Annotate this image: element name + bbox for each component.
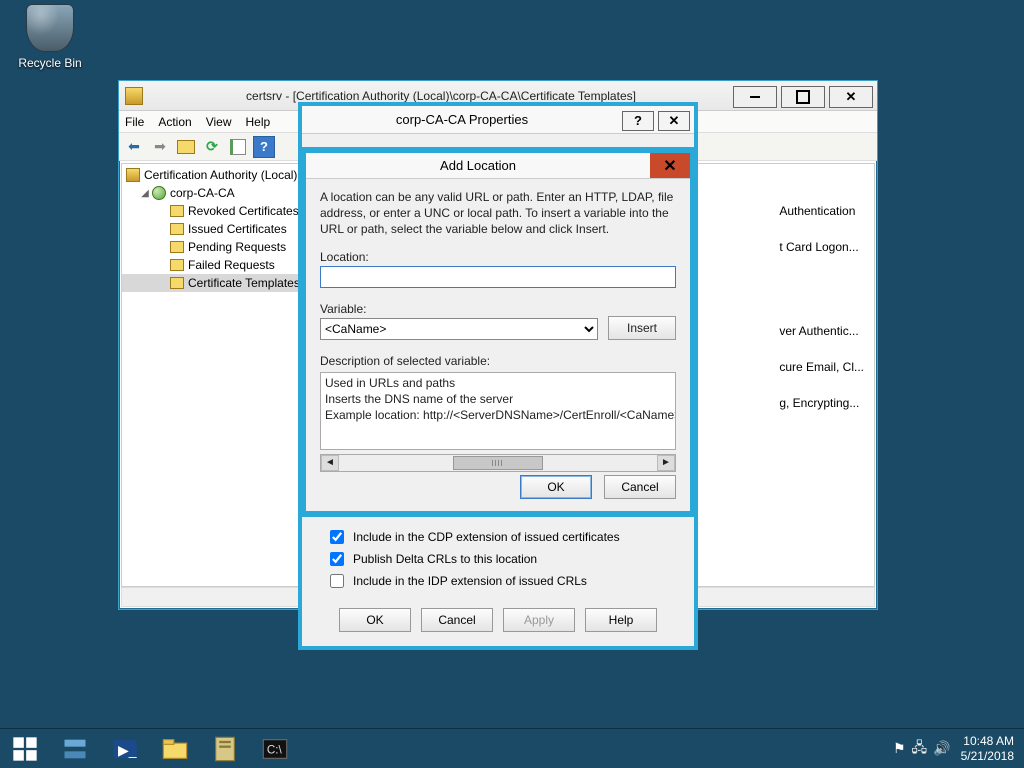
server-manager-icon — [61, 735, 89, 763]
add-location-title: Add Location — [306, 158, 650, 173]
scroll-track[interactable] — [339, 455, 657, 471]
recycle-bin[interactable]: Recycle Bin — [12, 4, 88, 70]
location-label: Location: — [320, 250, 676, 264]
properties-cancel-button[interactable]: Cancel — [421, 608, 493, 632]
back-button[interactable]: ⬅ — [123, 136, 145, 158]
network-icon[interactable]: 🖧 — [912, 737, 928, 761]
menu-view[interactable]: View — [206, 115, 232, 129]
folder-icon — [170, 223, 184, 235]
certsrv-app-icon — [125, 87, 143, 105]
description-label: Description of selected variable: — [320, 354, 676, 368]
tray-icons[interactable]: ⚑ 🖧 🔊 — [893, 737, 951, 761]
check-idp-box[interactable] — [330, 574, 344, 588]
task-cmd[interactable]: C:\ — [250, 729, 300, 768]
list-item[interactable]: cure Email, Cl... — [779, 360, 864, 376]
add-location-titlebar[interactable]: Add Location — [306, 153, 690, 179]
scroll-thumb[interactable] — [453, 456, 543, 470]
certsrv-icon — [211, 735, 239, 763]
add-location-intro: A location can be any valid URL or path.… — [320, 189, 676, 238]
tree-ca-node[interactable]: ◢ corp-CA-CA — [122, 184, 308, 202]
variable-label: Variable: — [320, 302, 598, 316]
menu-action[interactable]: Action — [158, 115, 191, 129]
menu-file[interactable]: File — [125, 115, 144, 129]
properties-titlebar[interactable]: corp-CA-CA Properties — [302, 106, 694, 134]
list-item[interactable]: g, Encrypting... — [779, 396, 864, 412]
add-location-dialog: Add Location A location can be any valid… — [300, 147, 696, 517]
folder-icon — [170, 241, 184, 253]
list-item[interactable]: Authentication — [779, 204, 864, 220]
menu-help[interactable]: Help — [246, 115, 271, 129]
cmd-icon: C:\ — [261, 735, 289, 763]
maximize-button[interactable] — [781, 86, 825, 108]
volume-icon[interactable]: 🔊 — [933, 740, 950, 757]
collapse-icon[interactable]: ◢ — [140, 188, 150, 199]
recycle-bin-label: Recycle Bin — [12, 56, 88, 70]
description-scrollbar[interactable]: ◄ ► — [320, 454, 676, 472]
tree-failed[interactable]: Failed Requests — [122, 256, 308, 274]
tree-revoked[interactable]: Revoked Certificates — [122, 202, 308, 220]
svg-text:▶_: ▶_ — [118, 741, 137, 757]
taskbar-clock[interactable]: 10:48 AM 5/21/2018 — [961, 734, 1014, 763]
check-cdp[interactable]: Include in the CDP extension of issued c… — [326, 526, 670, 548]
system-tray[interactable]: ⚑ 🖧 🔊 10:48 AM 5/21/2018 — [893, 729, 1024, 768]
check-idp[interactable]: Include in the IDP extension of issued C… — [326, 570, 670, 592]
folder-icon — [170, 205, 184, 217]
certsrv-title: certsrv - [Certification Authority (Loca… — [149, 89, 733, 103]
console-tree[interactable]: Certification Authority (Local) ◢ corp-C… — [121, 163, 309, 587]
task-certsrv[interactable] — [200, 729, 250, 768]
file-explorer-icon — [161, 735, 189, 763]
check-publish-delta[interactable]: Publish Delta CRLs to this location — [326, 548, 670, 570]
toolbar-help-button[interactable]: ? — [253, 136, 275, 158]
context-help-button[interactable] — [622, 111, 654, 131]
check-delta-box[interactable] — [330, 552, 344, 566]
properties-title: corp-CA-CA Properties — [302, 112, 622, 127]
variable-description: Used in URLs and paths Inserts the DNS n… — [320, 372, 676, 450]
export-list-button[interactable] — [227, 136, 249, 158]
scroll-right-button[interactable]: ► — [657, 455, 675, 471]
cert-authority-icon — [126, 168, 140, 182]
taskbar[interactable]: ▶_ C:\ ⚑ 🖧 🔊 10:48 AM 5/21/2018 — [0, 728, 1024, 768]
properties-button-row: OK Cancel Apply Help — [302, 608, 694, 638]
powershell-icon: ▶_ — [111, 735, 139, 763]
flag-icon[interactable]: ⚑ — [893, 740, 906, 757]
check-cdp-box[interactable] — [330, 530, 344, 544]
ca-icon — [152, 186, 166, 200]
folder-icon — [170, 277, 184, 289]
tree-pending[interactable]: Pending Requests — [122, 238, 308, 256]
properties-apply-button: Apply — [503, 608, 575, 632]
task-server-manager[interactable] — [50, 729, 100, 768]
insert-button[interactable]: Insert — [608, 316, 676, 340]
close-button[interactable] — [829, 86, 873, 108]
tree-root[interactable]: Certification Authority (Local) — [122, 166, 308, 184]
tree-templates[interactable]: Certificate Templates — [122, 274, 308, 292]
add-location-cancel-button[interactable]: Cancel — [604, 475, 676, 499]
list-item[interactable]: t Card Logon... — [779, 240, 864, 256]
svg-text:C:\: C:\ — [267, 743, 283, 756]
variable-select[interactable]: <CaName> — [320, 318, 598, 340]
tree-issued[interactable]: Issued Certificates — [122, 220, 308, 238]
add-location-close-button[interactable] — [650, 153, 690, 178]
forward-button[interactable]: ➡ — [149, 136, 171, 158]
task-explorer[interactable] — [150, 729, 200, 768]
folder-icon — [170, 259, 184, 271]
properties-help-button[interactable]: Help — [585, 608, 657, 632]
windows-icon — [11, 735, 39, 763]
add-location-ok-button[interactable]: OK — [520, 475, 592, 499]
location-input[interactable] — [320, 266, 676, 288]
up-button[interactable] — [175, 136, 197, 158]
task-powershell[interactable]: ▶_ — [100, 729, 150, 768]
properties-close-button[interactable] — [658, 111, 690, 131]
refresh-button[interactable]: ⟳ — [201, 136, 223, 158]
properties-ok-button[interactable]: OK — [339, 608, 411, 632]
scroll-left-button[interactable]: ◄ — [321, 455, 339, 471]
minimize-button[interactable] — [733, 86, 777, 108]
list-item[interactable]: ver Authentic... — [779, 324, 864, 340]
start-button[interactable] — [0, 729, 50, 768]
recycle-bin-icon — [26, 4, 74, 52]
